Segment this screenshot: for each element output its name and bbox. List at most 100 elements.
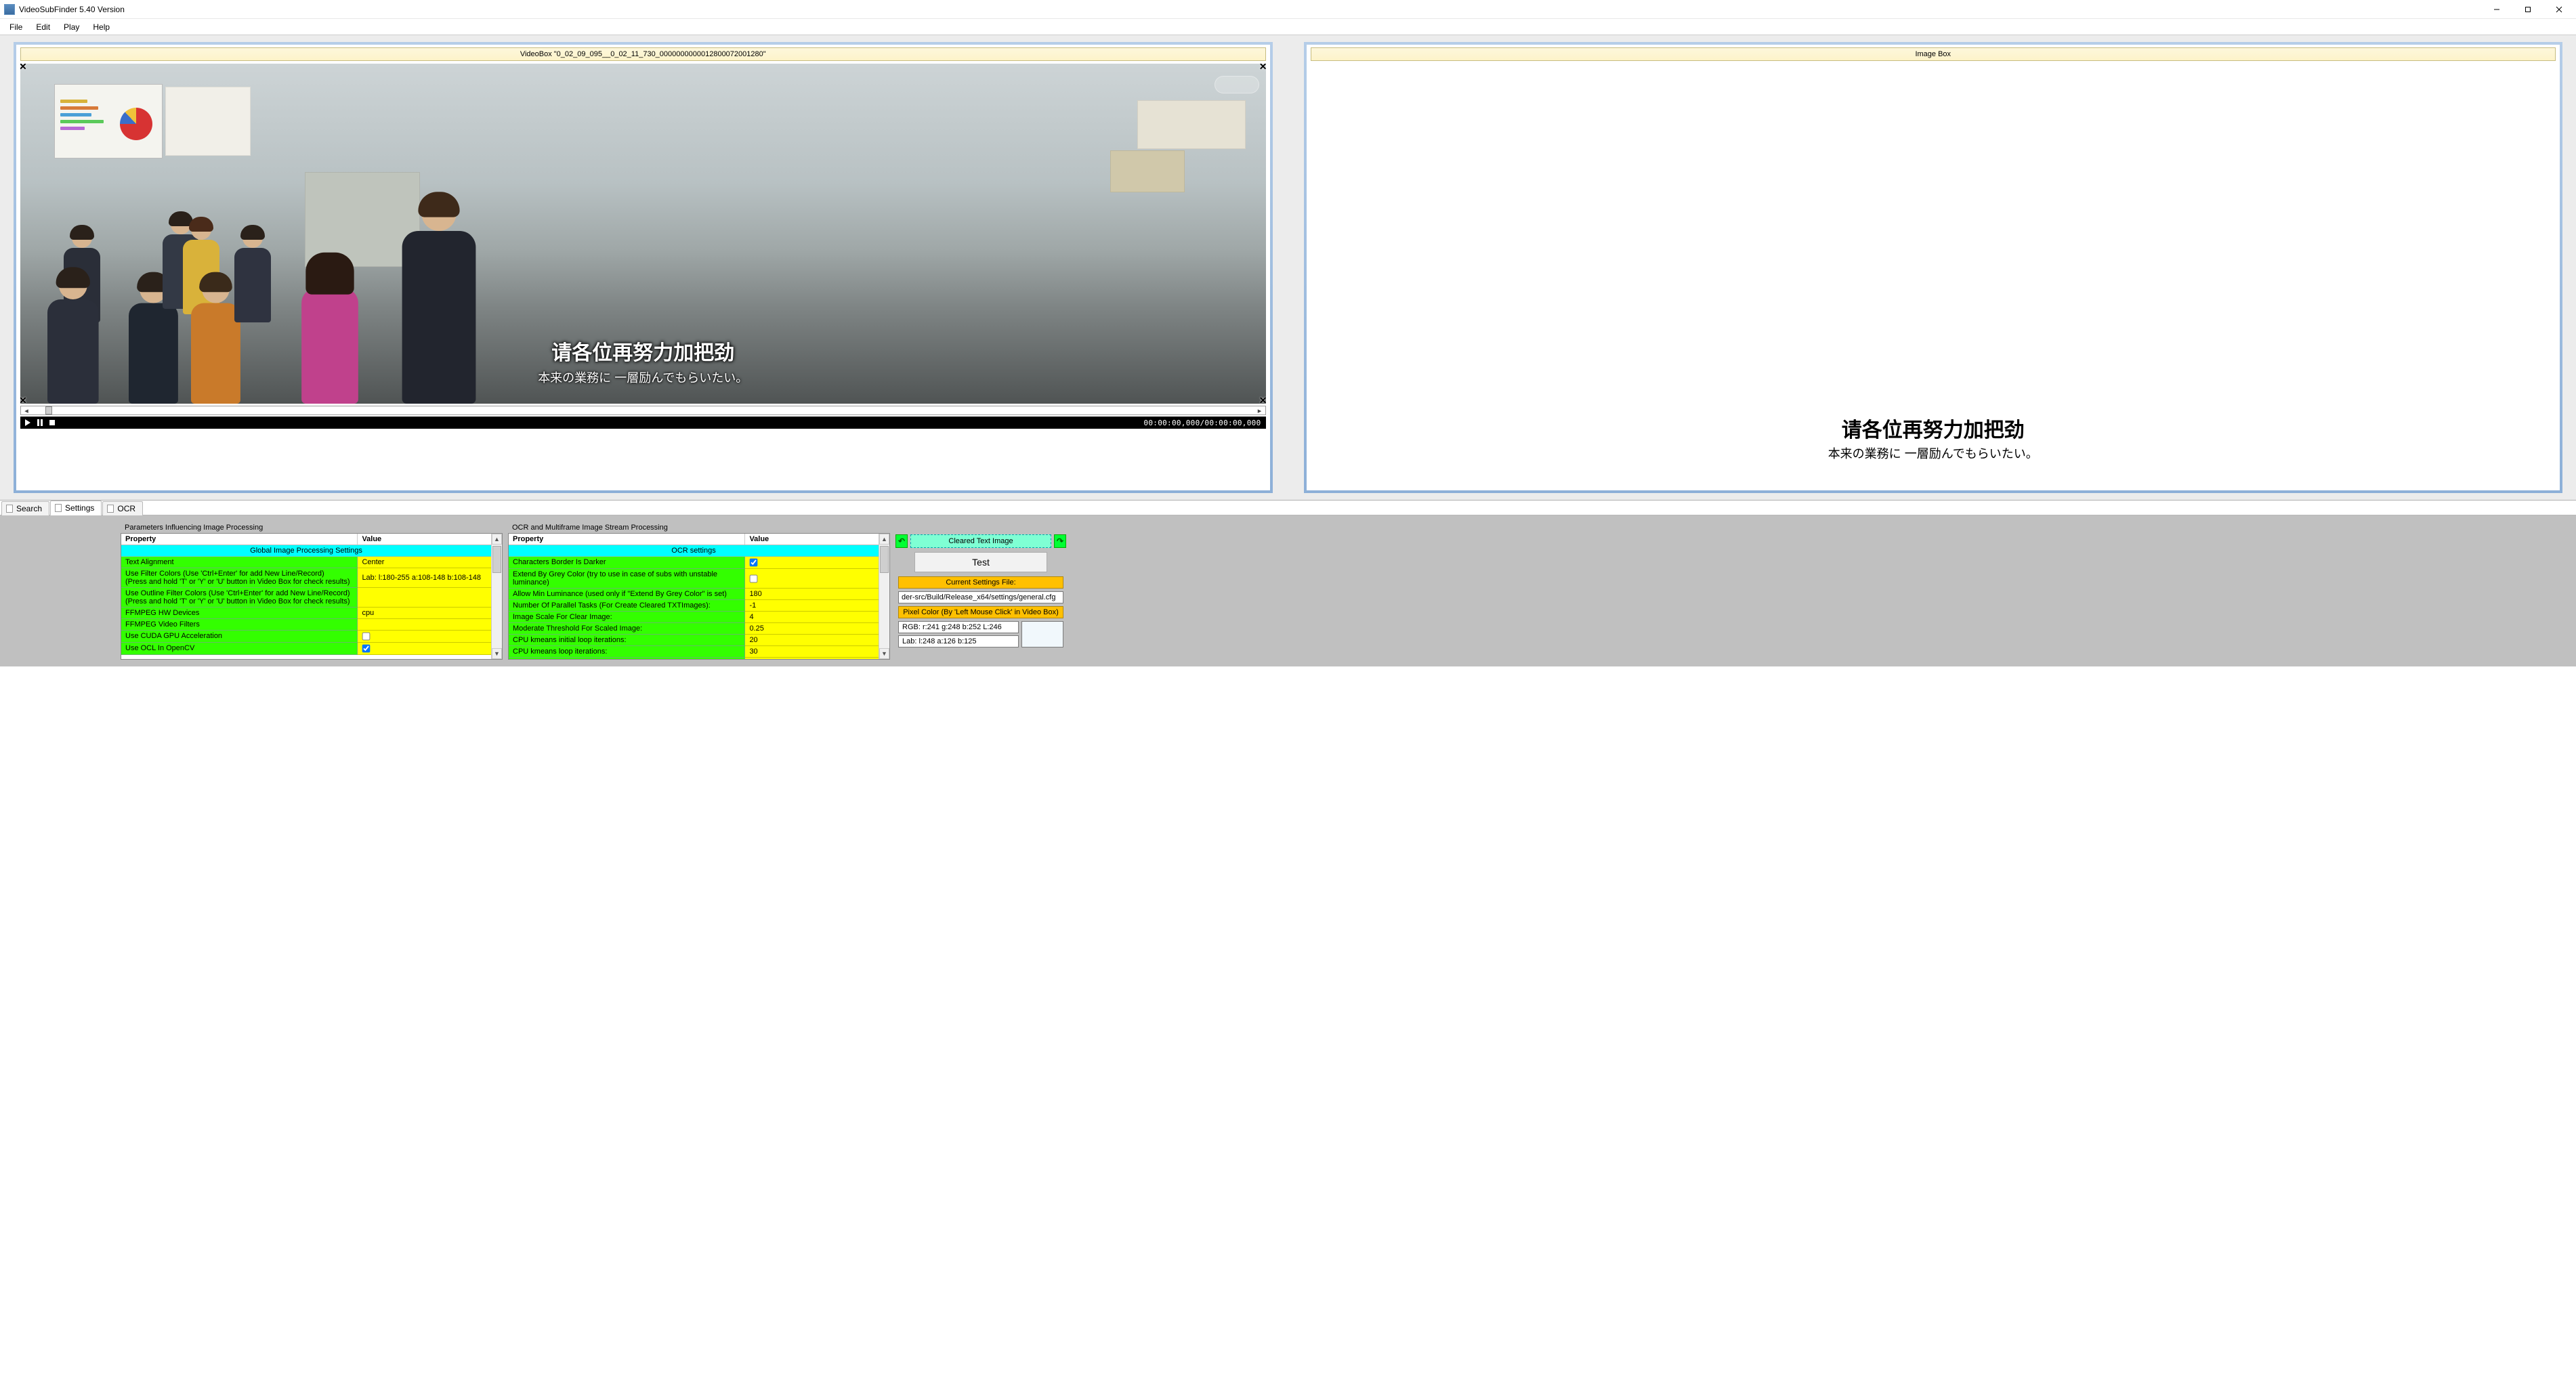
cleared-text-image-label: Cleared Text Image — [910, 534, 1051, 548]
crop-mark-top-left[interactable]: ✕ — [20, 64, 27, 72]
table-row[interactable]: Use Filter Colors (Use 'Ctrl+Enter' for … — [121, 568, 491, 588]
ocr-panel: OCR and Multiframe Image Stream Processi… — [508, 522, 890, 660]
seek-step-right-icon[interactable]: ▸ — [1254, 406, 1265, 415]
transport-bar: 00:00:00,000/00:00:00,000 — [20, 417, 1266, 429]
close-button[interactable] — [2543, 0, 2575, 19]
value-cell[interactable]: 20 — [745, 658, 879, 659]
crop-mark-bottom-right[interactable]: ✕ — [1259, 395, 1266, 404]
menu-bar: File Edit Play Help — [0, 19, 2576, 35]
ocr-title: OCR and Multiframe Image Stream Processi… — [508, 522, 890, 533]
value-checkbox[interactable] — [362, 633, 371, 641]
table-row[interactable]: FFMPEG HW Devicescpu — [121, 608, 491, 619]
stop-button[interactable] — [47, 418, 58, 427]
table-row[interactable]: Extend By Grey Color (try to use in case… — [509, 569, 879, 589]
crop-mark-top-right[interactable]: ✕ — [1259, 64, 1266, 72]
property-cell: Extend By Grey Color (try to use in case… — [509, 569, 745, 589]
image-subtitle-cn: 请各位再努力加把劲 — [1311, 413, 2556, 443]
next-cleared-image-button[interactable]: ↷ — [1054, 534, 1066, 548]
table-section-header: OCR settings — [509, 545, 879, 557]
rgb-value[interactable]: RGB: r:241 g:248 b:252 L:246 — [898, 621, 1019, 633]
ipp-table-header: Property Value — [121, 534, 491, 545]
image-box-stage[interactable]: 请各位再努力加把劲 本来の業務に 一層励んでもらいたい。 — [1311, 64, 2556, 486]
table-row[interactable]: Use OCL In OpenCV — [121, 643, 491, 655]
table-row[interactable]: Use Outline Filter Colors (Use 'Ctrl+Ent… — [121, 588, 491, 608]
minimize-button[interactable] — [2481, 0, 2512, 19]
table-row[interactable]: Characters Border Is Darker — [509, 557, 879, 569]
ipp-scrollbar[interactable]: ▲ ▼ — [491, 534, 502, 659]
table-row[interactable]: Number Of Parallel Tasks (For Create Cle… — [509, 600, 879, 612]
value-cell[interactable]: 180 — [745, 589, 879, 600]
value-cell[interactable]: Lab: l:180-255 a:108-148 b:108-148 — [358, 568, 491, 588]
ipp-panel: Parameters Influencing Image Processing … — [121, 522, 503, 660]
value-cell[interactable] — [358, 619, 491, 631]
value-checkbox[interactable] — [750, 574, 758, 582]
tab-label: Search — [16, 504, 42, 513]
table-row[interactable]: Use CUDA GPU Acceleration — [121, 631, 491, 643]
scroll-down-icon[interactable]: ▼ — [879, 648, 889, 659]
scroll-up-icon[interactable]: ▲ — [492, 534, 502, 545]
image-subtitle-jp: 本来の業務に 一層励んでもらいたい。 — [1311, 444, 2556, 462]
value-cell[interactable]: 20 — [745, 635, 879, 646]
value-cell[interactable] — [358, 631, 491, 643]
table-row[interactable]: FFMPEG Video Filters — [121, 619, 491, 631]
scroll-down-icon[interactable]: ▼ — [492, 648, 502, 659]
table-section-header: Global Image Processing Settings — [121, 545, 491, 557]
prev-cleared-image-button[interactable]: ↶ — [895, 534, 908, 548]
ipp-col-property: Property — [121, 534, 358, 545]
ocr-col-value: Value — [745, 534, 879, 545]
property-cell: FFMPEG HW Devices — [121, 608, 358, 619]
value-cell[interactable] — [745, 569, 879, 589]
value-cell[interactable]: -1 — [745, 600, 879, 612]
ocr-scrollbar[interactable]: ▲ ▼ — [879, 534, 889, 659]
maximize-button[interactable] — [2512, 0, 2543, 19]
title-bar: VideoSubFinder 5.40 Version — [0, 0, 2576, 19]
tab-ocr[interactable]: OCR — [102, 501, 143, 515]
window-controls — [2481, 0, 2575, 19]
tabstrip: Search Settings OCR — [0, 501, 2576, 515]
seek-step-left-icon[interactable]: ◂ — [21, 406, 32, 415]
table-row[interactable]: CUDA kmeans initial loop iterations:20 — [509, 658, 879, 659]
value-cell[interactable] — [358, 643, 491, 655]
table-row[interactable]: Text AlignmentCenter — [121, 557, 491, 568]
table-row[interactable]: CPU kmeans loop iterations:30 — [509, 646, 879, 658]
value-cell[interactable]: 0.25 — [745, 623, 879, 635]
main-area: VideoBox "0_02_09_095__0_02_11_730_00000… — [0, 35, 2576, 501]
page-icon — [55, 504, 62, 512]
scroll-up-icon[interactable]: ▲ — [879, 534, 889, 545]
menu-help[interactable]: Help — [86, 20, 117, 34]
value-checkbox[interactable] — [750, 559, 758, 567]
table-row[interactable]: Moderate Threshold For Scaled Image:0.25 — [509, 623, 879, 635]
scroll-thumb[interactable] — [880, 546, 889, 573]
tab-settings[interactable]: Settings — [50, 501, 102, 515]
scroll-thumb[interactable] — [492, 546, 501, 573]
value-cell[interactable]: Center — [358, 557, 491, 568]
table-row[interactable]: Allow Min Luminance (used only if "Exten… — [509, 589, 879, 600]
value-cell[interactable]: 30 — [745, 646, 879, 658]
lab-value[interactable]: Lab: l:248 a:126 b:125 — [898, 635, 1019, 647]
property-cell: Use Outline Filter Colors (Use 'Ctrl+Ent… — [121, 588, 358, 608]
table-row[interactable]: CPU kmeans initial loop iterations:20 — [509, 635, 879, 646]
value-cell[interactable]: 4 — [745, 612, 879, 623]
menu-edit[interactable]: Edit — [29, 20, 57, 34]
pause-button[interactable] — [35, 418, 45, 427]
property-cell: Allow Min Luminance (used only if "Exten… — [509, 589, 745, 600]
seek-thumb[interactable] — [45, 406, 52, 415]
seek-track[interactable] — [32, 406, 1254, 415]
tab-search[interactable]: Search — [1, 501, 49, 515]
value-cell[interactable]: cpu — [358, 608, 491, 619]
value-checkbox[interactable] — [362, 645, 371, 653]
video-subtitle-cn: 请各位再努力加把劲 — [20, 336, 1266, 366]
play-button[interactable] — [22, 418, 33, 427]
crop-mark-bottom-left[interactable]: ✕ — [20, 395, 27, 404]
settings-file-path[interactable]: der-src/Build/Release_x64/settings/gener… — [898, 591, 1063, 603]
video-stage[interactable]: 请各位再努力加把劲 本来の業務に 一層励んでもらいたい。 ✕ ✕ ✕ ✕ — [20, 64, 1266, 404]
test-button[interactable]: Test — [914, 552, 1047, 572]
timecode-label: 00:00:00,000/00:00:00,000 — [1143, 419, 1263, 427]
menu-file[interactable]: File — [3, 20, 29, 34]
value-cell[interactable] — [745, 557, 879, 569]
seek-bar[interactable]: ◂ ▸ — [20, 406, 1266, 415]
value-cell[interactable] — [358, 588, 491, 608]
table-row[interactable]: Image Scale For Clear Image:4 — [509, 612, 879, 623]
property-cell: Moderate Threshold For Scaled Image: — [509, 623, 745, 635]
menu-play[interactable]: Play — [57, 20, 86, 34]
